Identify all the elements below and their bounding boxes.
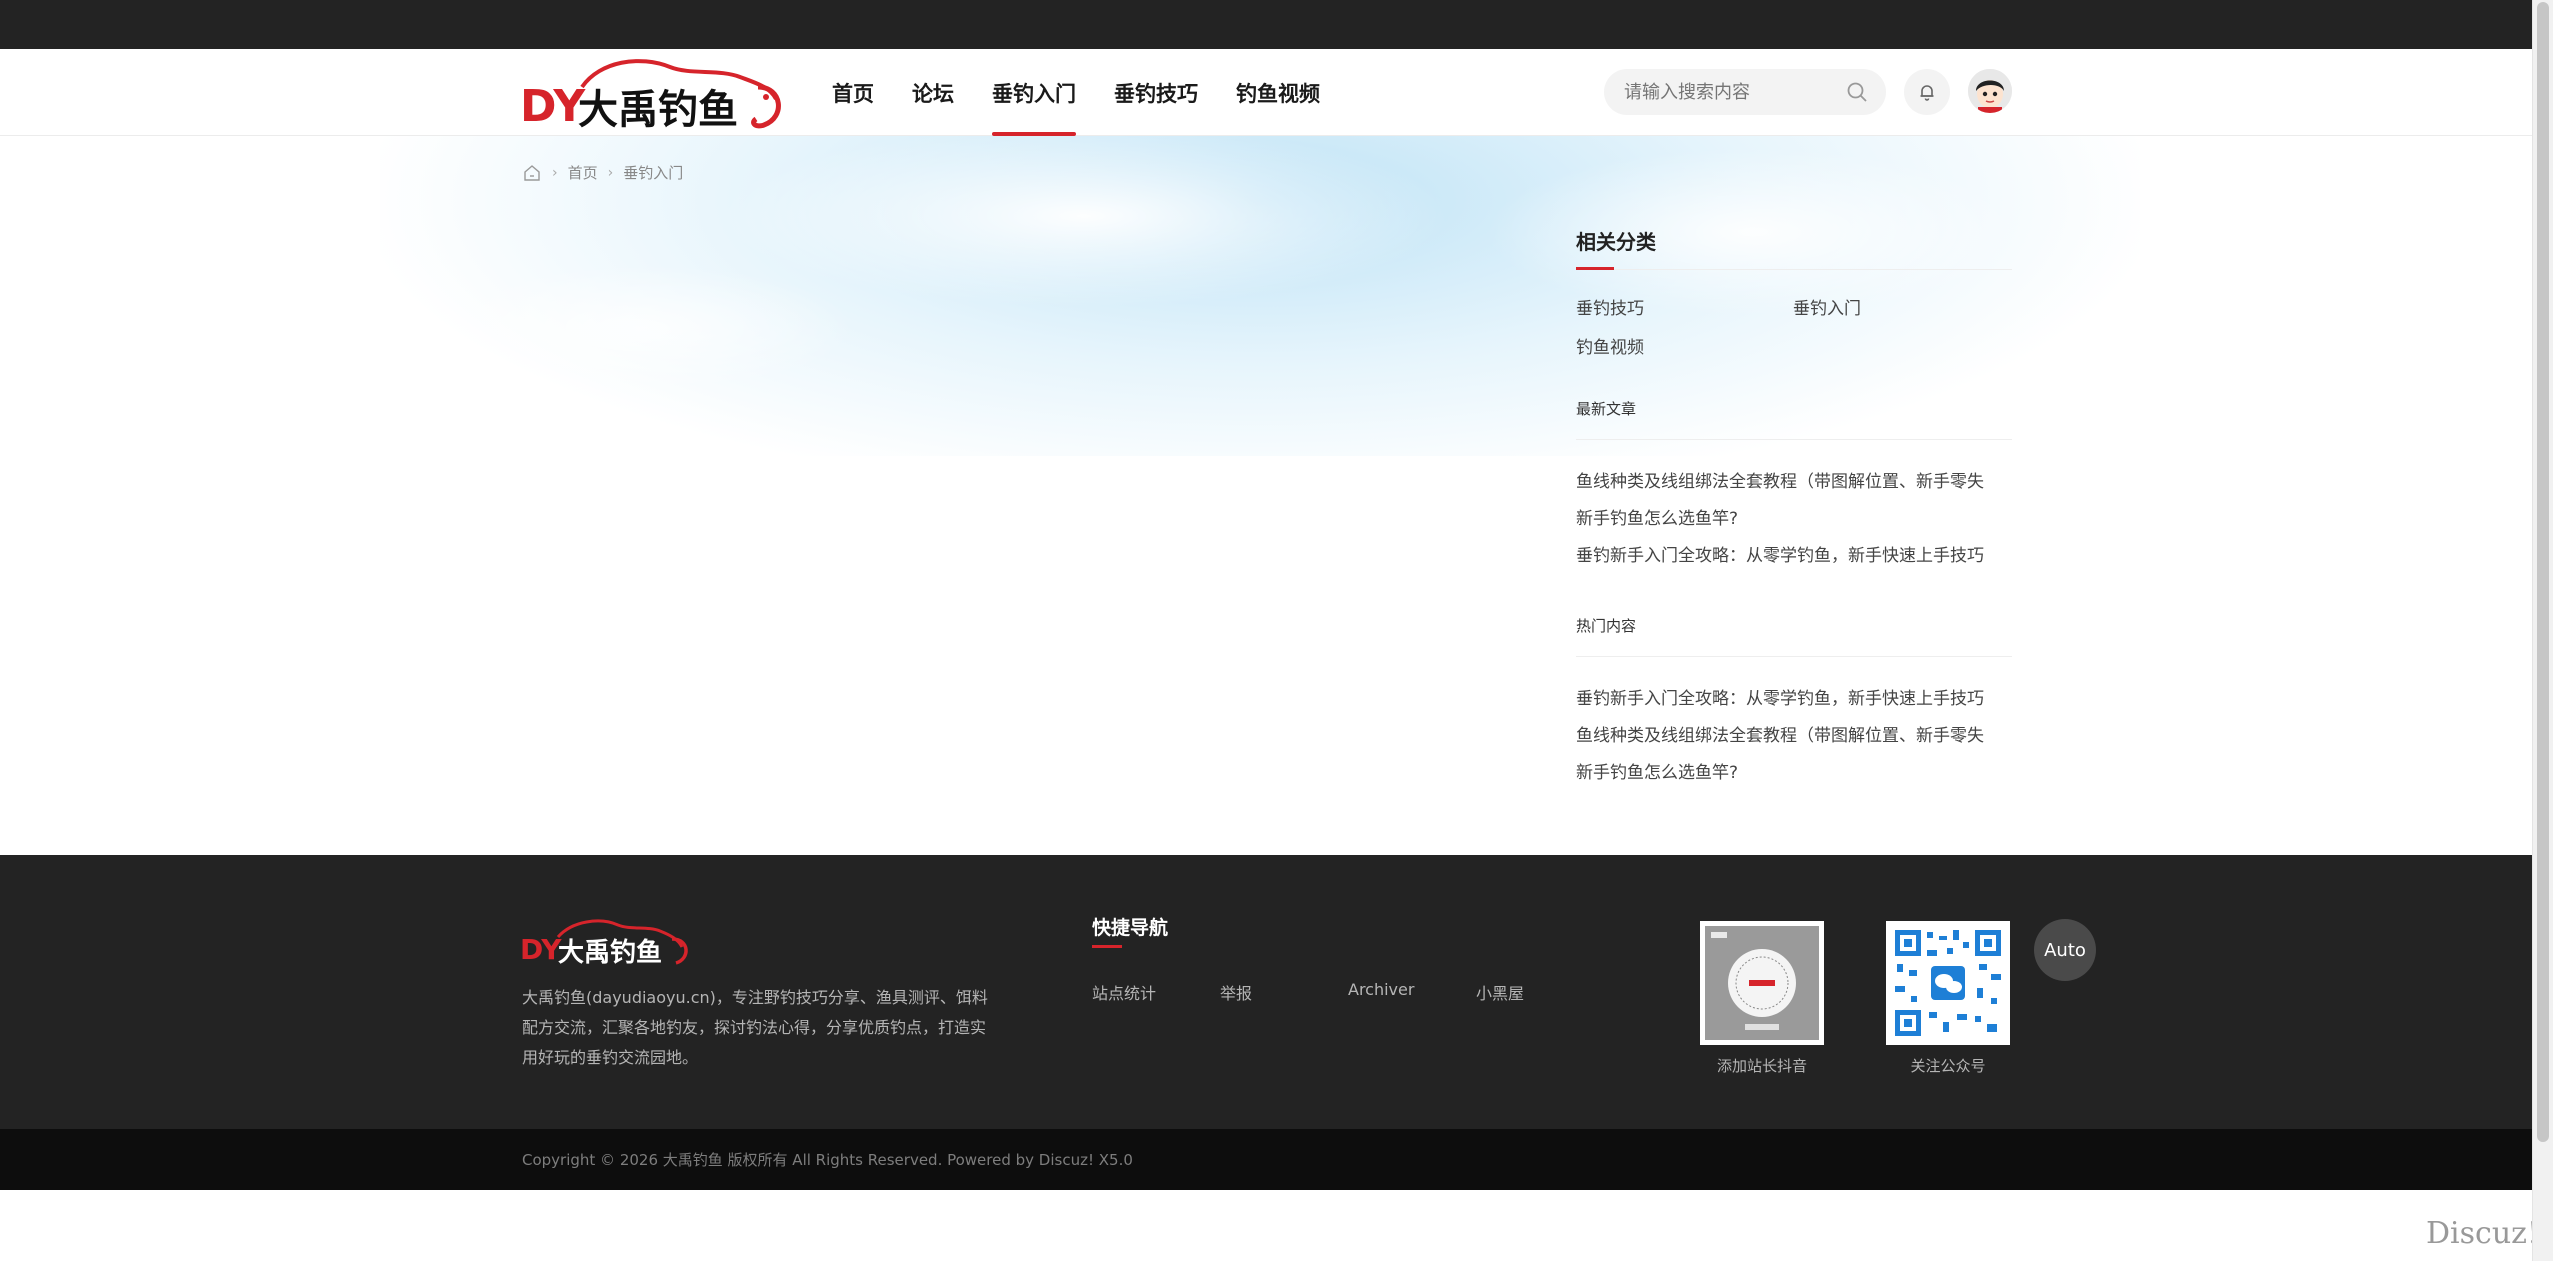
footer-description: 大禹钓鱼(dayudiaoyu.cn)，专注野钓技巧分享、渔具测评、饵料配方交流…: [522, 988, 988, 1067]
category-link[interactable]: 垂钓入门: [1793, 294, 2010, 319]
quick-nav-archiver[interactable]: Archiver: [1348, 980, 1476, 1004]
quick-nav: 站点统计 举报 Archiver 小黑屋: [1092, 980, 1604, 1004]
avatar[interactable]: [1968, 69, 2012, 113]
hot-content-title: 热门内容: [1576, 615, 2012, 657]
quick-nav-title: 快捷导航: [1092, 913, 1168, 948]
search-input[interactable]: [1624, 69, 1844, 115]
main-nav: 首页 论坛 垂钓入门 垂钓技巧 钓鱼视频: [832, 49, 1339, 136]
article-link[interactable]: 新手钓鱼怎么选鱼竿?: [1576, 501, 2012, 538]
hot-content-list: 垂钓新手入门全攻略：从零学钓鱼，新手快速上手技巧 鱼线种类及线组绑法全套教程（带…: [1576, 657, 2012, 792]
search-icon[interactable]: [1846, 81, 1868, 103]
douyin-qr-code: [1700, 921, 1824, 1045]
scrollbar-thumb[interactable]: [2537, 2, 2549, 1142]
article-link[interactable]: 鱼线种类及线组绑法全套教程（带图解位置、新手零失: [1576, 718, 2012, 755]
copyright-bar: Copyright © 2026 大禹钓鱼 版权所有 All Rights Re…: [0, 1129, 2532, 1190]
category-link[interactable]: 钓鱼视频: [1576, 333, 1793, 358]
article-link[interactable]: 新手钓鱼怎么选鱼竿?: [1576, 755, 2012, 792]
svg-text:DY: DY: [520, 933, 562, 965]
category-list: 垂钓技巧 垂钓入门 钓鱼视频: [1576, 270, 2012, 358]
breadcrumb-home[interactable]: 首页: [568, 162, 598, 183]
article-link[interactable]: 垂钓新手入门全攻略：从零学钓鱼，新手快速上手技巧: [1576, 681, 2012, 718]
related-categories-title: 相关分类: [1576, 226, 2012, 270]
article-link[interactable]: 垂钓新手入门全攻略：从零学钓鱼，新手快速上手技巧: [1576, 538, 2012, 575]
svg-text:大禹钓鱼: 大禹钓鱼: [578, 87, 738, 129]
quick-nav-stats[interactable]: 站点统计: [1092, 980, 1220, 1004]
scrollbar[interactable]: [2532, 0, 2553, 1261]
article-link[interactable]: 鱼线种类及线组绑法全套教程（带图解位置、新手零失: [1576, 464, 2012, 501]
latest-articles-title: 最新文章: [1576, 398, 2012, 440]
site-logo[interactable]: DY 大禹钓鱼: [520, 57, 784, 133]
wechat-qr-label: 关注公众号: [1910, 1057, 1986, 1075]
breadcrumb-separator: ›: [552, 164, 558, 181]
footer-logo[interactable]: DY 大禹钓鱼: [520, 917, 690, 968]
quick-nav-report[interactable]: 举报: [1220, 980, 1348, 1004]
notification-button[interactable]: [1904, 69, 1950, 115]
nav-fishing-basics[interactable]: 垂钓入门: [973, 49, 1095, 136]
svg-text:DY: DY: [520, 81, 586, 129]
nav-forum[interactable]: 论坛: [893, 49, 973, 136]
home-icon[interactable]: [522, 163, 542, 183]
nav-home[interactable]: 首页: [832, 49, 893, 136]
nav-fishing-tips[interactable]: 垂钓技巧: [1095, 49, 1217, 136]
breadcrumb: › 首页 › 垂钓入门: [522, 162, 683, 183]
site-header: DY 大禹钓鱼 首页 论坛 垂钓入门 垂钓技巧 钓鱼视频: [0, 49, 2532, 136]
latest-articles-list: 鱼线种类及线组绑法全套教程（带图解位置、新手零失 新手钓鱼怎么选鱼竿? 垂钓新手…: [1576, 440, 2012, 575]
wechat-qr-code: [1886, 921, 2010, 1045]
search-box: [1604, 69, 1886, 115]
top-bar: [0, 0, 2532, 49]
quick-nav-blacklist[interactable]: 小黑屋: [1476, 980, 1604, 1004]
bell-icon: [1920, 85, 1934, 101]
discuz-watermark: Discuz!: [2425, 1216, 2539, 1251]
theme-auto-button[interactable]: Auto: [2034, 919, 2096, 981]
sidebar: 相关分类 垂钓技巧 垂钓入门 钓鱼视频 最新文章 鱼线种类及线组绑法全套教程（带…: [1576, 226, 2012, 792]
copyright-text: Copyright © 2026 大禹钓鱼 版权所有 All Rights Re…: [522, 1151, 1133, 1169]
douyin-qr-label: 添加站长抖音: [1716, 1057, 1807, 1075]
category-link[interactable]: 垂钓技巧: [1576, 294, 1793, 319]
svg-text:大禹钓鱼: 大禹钓鱼: [558, 938, 662, 965]
breadcrumb-separator: ›: [607, 164, 614, 181]
site-footer: DY 大禹钓鱼 大禹钓鱼(dayudiaoyu.cn)，专注野钓技巧分享、渔具测…: [0, 855, 2532, 1129]
nav-fishing-videos[interactable]: 钓鱼视频: [1217, 49, 1339, 136]
breadcrumb-current[interactable]: 垂钓入门: [623, 162, 683, 183]
